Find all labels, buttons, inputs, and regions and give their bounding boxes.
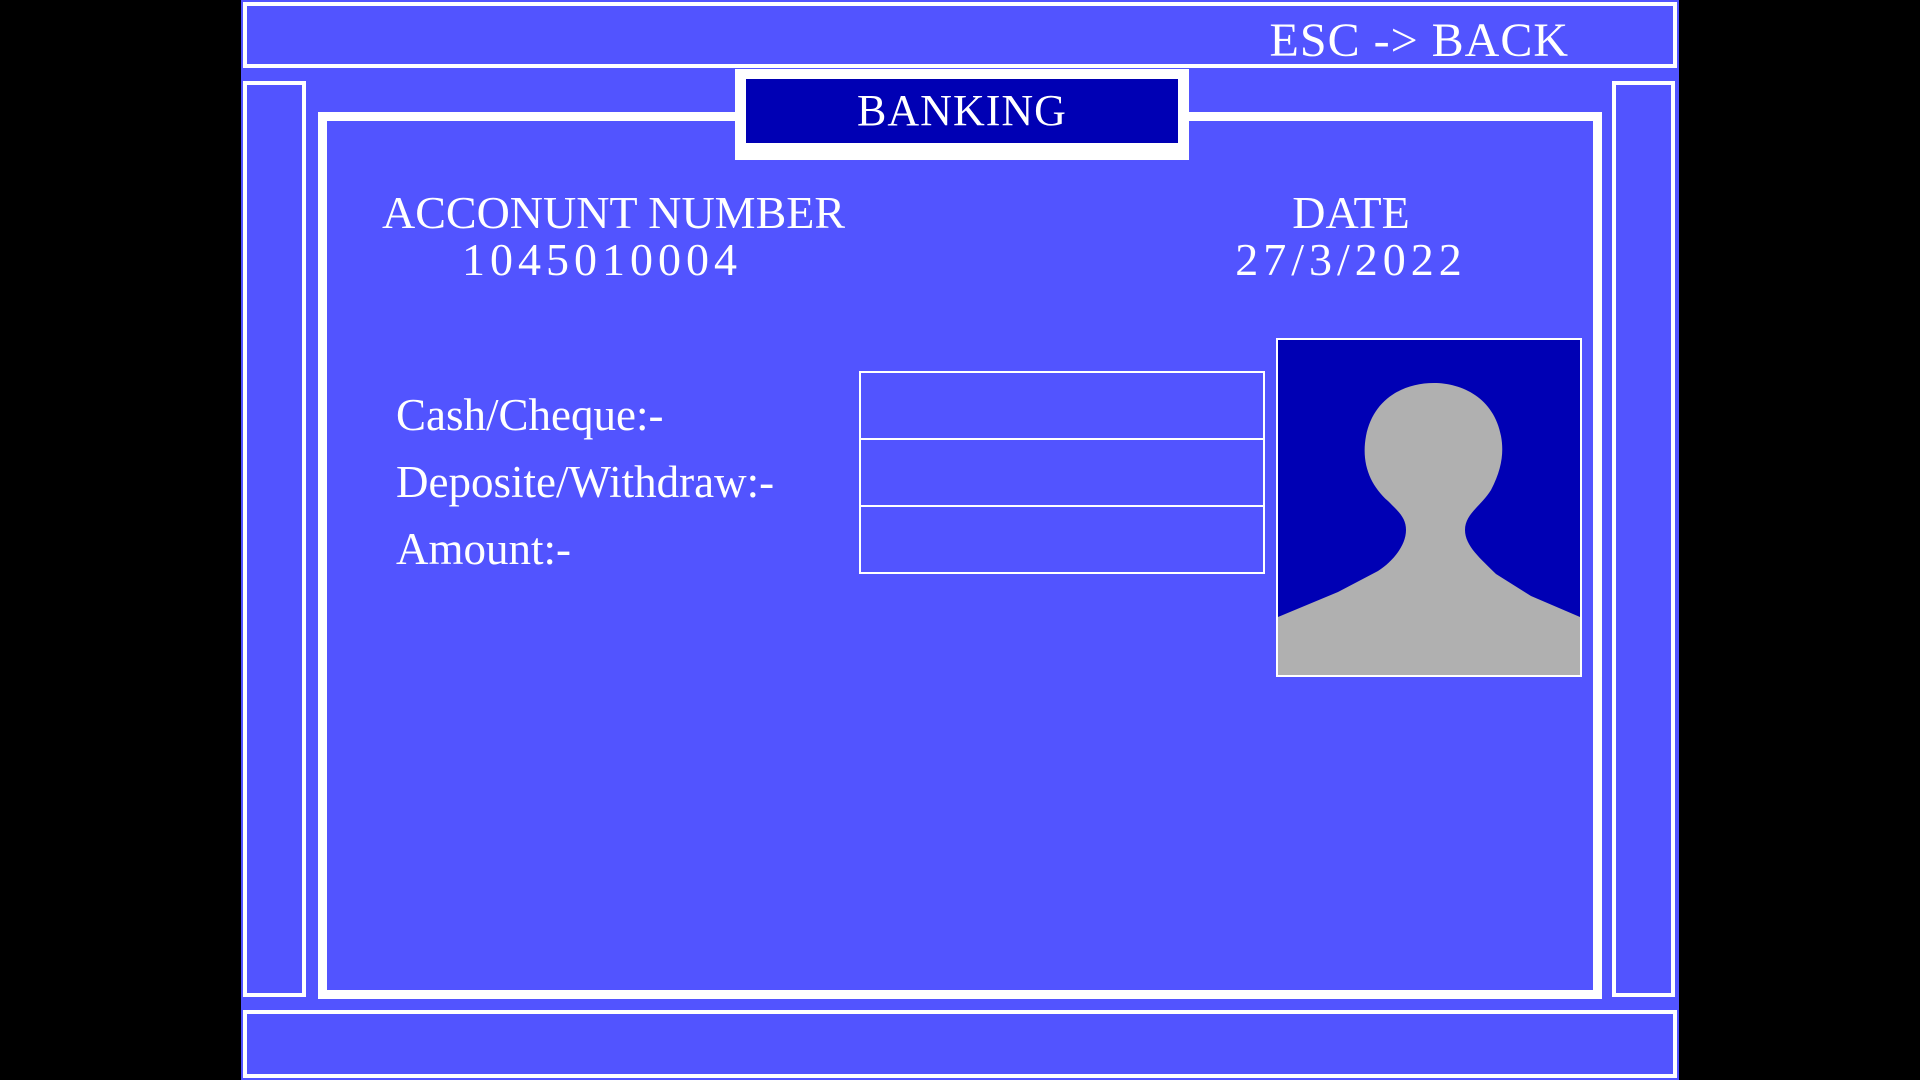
cash-cheque-input[interactable] bbox=[859, 371, 1265, 440]
account-number-block: ACCONUNT NUMBER 1045010004 bbox=[382, 187, 846, 285]
cash-cheque-label: Cash/Cheque:- bbox=[396, 390, 664, 440]
amount-label: Amount:- bbox=[396, 524, 571, 574]
bottom-bar bbox=[243, 1010, 1677, 1078]
top-bar: ESC -> BACK bbox=[243, 2, 1677, 68]
account-number-value: 1045010004 bbox=[462, 234, 742, 285]
title-box: BANKING bbox=[746, 79, 1178, 143]
user-silhouette-icon bbox=[1278, 383, 1580, 675]
title-tab: BANKING bbox=[735, 69, 1189, 160]
esc-back-hint[interactable]: ESC -> BACK bbox=[1270, 14, 1569, 68]
app-window: ESC -> BACK BANKING ACCONUNT NUMBER 1045… bbox=[0, 0, 1920, 1080]
banking-screen: ESC -> BACK BANKING ACCONUNT NUMBER 1045… bbox=[241, 0, 1679, 1080]
page-title: BANKING bbox=[857, 86, 1067, 135]
customer-photo bbox=[1276, 338, 1582, 677]
date-label: DATE bbox=[1292, 187, 1410, 238]
deposit-withdraw-input[interactable] bbox=[859, 438, 1265, 507]
deposit-withdraw-label: Deposite/Withdraw:- bbox=[396, 457, 775, 507]
amount-input[interactable] bbox=[859, 505, 1265, 574]
silhouette-shape bbox=[1278, 383, 1580, 675]
date-value: 27/3/2022 bbox=[1235, 234, 1467, 285]
date-block: DATE 27/3/2022 bbox=[1201, 189, 1501, 283]
left-rail bbox=[243, 81, 306, 997]
account-number-label: ACCONUNT NUMBER bbox=[382, 187, 846, 238]
right-rail bbox=[1612, 81, 1675, 997]
